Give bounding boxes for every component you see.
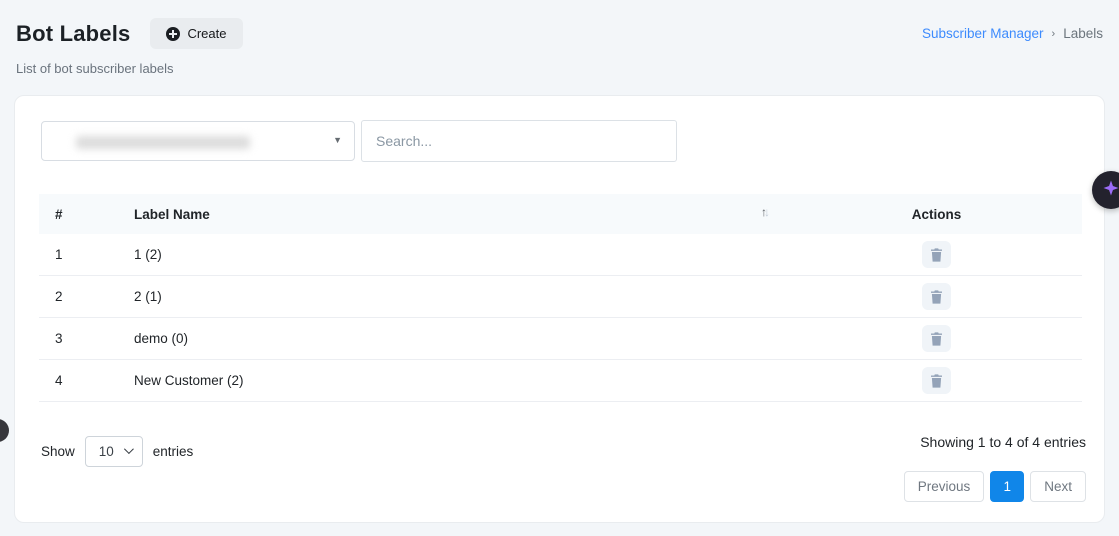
table-header-row: # Label Name ↑↓ Actions [39,194,1082,234]
pagination: Previous 1 Next [904,471,1086,502]
page-size-select[interactable]: 10 [85,436,143,467]
delete-button[interactable] [922,325,951,352]
row-index: 2 [39,289,134,304]
column-header-index: # [39,207,134,222]
breadcrumb-current: Labels [1063,26,1103,41]
page-subtitle: List of bot subscriber labels [16,61,1103,76]
row-index: 1 [39,247,134,262]
page-size-value: 10 [99,444,114,459]
labels-card: ▼ # Label Name ↑↓ Actions 1 1 (2) 2 2 (1… [14,95,1105,523]
row-index: 3 [39,331,134,346]
column-header-label-text: Label Name [134,207,210,222]
table-row: 3 demo (0) [39,318,1082,360]
table-row: 2 2 (1) [39,276,1082,318]
search-input[interactable] [361,120,677,162]
trash-icon [930,332,943,346]
sparkle-star-icon [1102,179,1119,202]
breadcrumb: Subscriber Manager › Labels [922,26,1103,41]
plus-circle-icon [166,27,180,41]
row-label: New Customer (2) [134,373,791,388]
previous-page-button[interactable]: Previous [904,471,985,502]
table-row: 1 1 (2) [39,234,1082,276]
chevron-down-icon [124,444,134,454]
show-entries: Show 10 entries [41,436,193,467]
next-page-button[interactable]: Next [1030,471,1086,502]
breadcrumb-separator-icon: › [1052,28,1056,40]
entries-summary: Showing 1 to 4 of 4 entries [920,434,1086,450]
trash-icon [930,374,943,388]
trash-icon [930,248,943,262]
sort-icon[interactable]: ↑↓ [761,205,767,219]
page-header: Bot Labels Create Subscriber Manager › L… [16,18,1103,76]
delete-button[interactable] [922,241,951,268]
create-button-label: Create [187,26,226,41]
table-row: 4 New Customer (2) [39,360,1082,402]
bot-select-value-redacted [76,136,250,149]
delete-button[interactable] [922,367,951,394]
entries-label: entries [153,444,194,459]
column-header-label-name[interactable]: Label Name ↑↓ [134,207,791,222]
labels-table: # Label Name ↑↓ Actions 1 1 (2) 2 2 (1) [39,194,1082,402]
left-edge-widget[interactable] [0,419,9,442]
trash-icon [930,290,943,304]
delete-button[interactable] [922,283,951,310]
column-header-actions: Actions [791,207,1082,222]
row-label: 1 (2) [134,247,791,262]
page-1-button[interactable]: 1 [990,471,1024,502]
breadcrumb-subscriber-manager-link[interactable]: Subscriber Manager [922,26,1044,41]
bot-select[interactable]: ▼ [41,121,355,161]
row-label: 2 (1) [134,289,791,304]
row-index: 4 [39,373,134,388]
page-title: Bot Labels [16,21,130,47]
show-label: Show [41,444,75,459]
create-button[interactable]: Create [150,18,242,49]
row-label: demo (0) [134,331,791,346]
select-caret-icon: ▼ [333,135,342,145]
